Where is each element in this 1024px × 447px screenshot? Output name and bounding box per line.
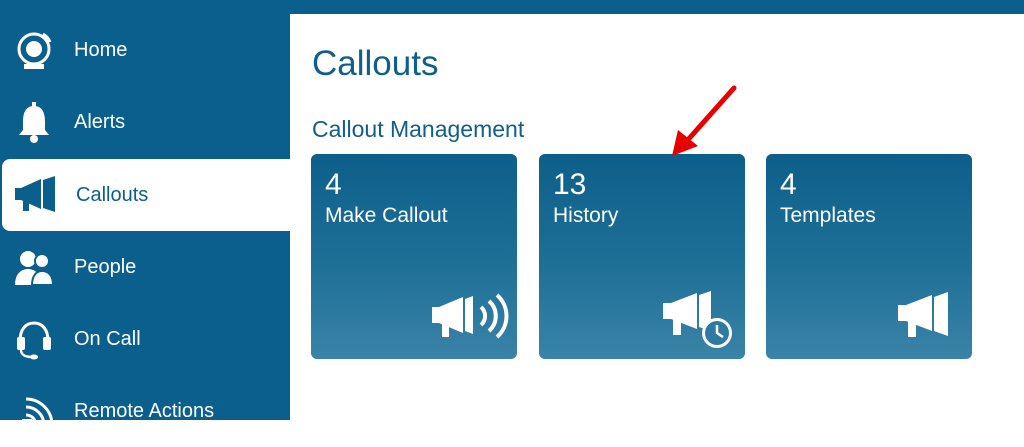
section-title: Callout Management xyxy=(312,116,525,142)
tile-label: Templates xyxy=(780,204,876,227)
headset-icon xyxy=(10,315,58,363)
templates-tile[interactable]: 4 Templates xyxy=(766,154,972,359)
tile-count: 4 xyxy=(325,168,342,201)
people-icon xyxy=(10,243,58,291)
history-tile[interactable]: 13 History xyxy=(539,154,745,359)
sidebar-item-alerts[interactable]: Alerts xyxy=(0,86,290,158)
sidebar: Home Alerts Callouts People On Call Remo… xyxy=(0,0,290,429)
sidebar-item-remote-actions[interactable]: Remote Actions xyxy=(0,375,290,447)
tile-label: Make Callout xyxy=(325,204,448,227)
home-bell-icon xyxy=(10,26,58,74)
megaphone-clock-icon xyxy=(663,291,732,348)
tile-count: 4 xyxy=(780,168,797,201)
sidebar-item-callouts[interactable]: Callouts xyxy=(2,159,290,231)
sidebar-item-label: Alerts xyxy=(74,110,126,133)
page-title: Callouts xyxy=(312,44,439,83)
megaphone-sound-icon xyxy=(432,293,509,339)
sidebar-item-label: People xyxy=(74,255,137,278)
tile-count: 13 xyxy=(553,168,587,201)
sidebar-item-label: On Call xyxy=(74,327,141,350)
sidebar-item-label: Home xyxy=(74,38,128,61)
megaphone-icon xyxy=(898,292,948,337)
sidebar-item-on-call[interactable]: On Call xyxy=(0,303,290,375)
sidebar-item-home[interactable]: Home xyxy=(0,14,290,86)
megaphone-icon xyxy=(12,171,60,219)
bell-icon xyxy=(10,98,58,146)
make-callout-tile[interactable]: 4 Make Callout xyxy=(311,154,517,359)
tile-label: History xyxy=(553,204,619,227)
sidebar-item-people[interactable]: People xyxy=(0,231,290,303)
red-arrow-annotation xyxy=(672,85,737,156)
signal-icon xyxy=(10,387,58,435)
sidebar-item-label: Remote Actions xyxy=(74,399,215,422)
sidebar-item-label: Callouts xyxy=(76,183,149,206)
